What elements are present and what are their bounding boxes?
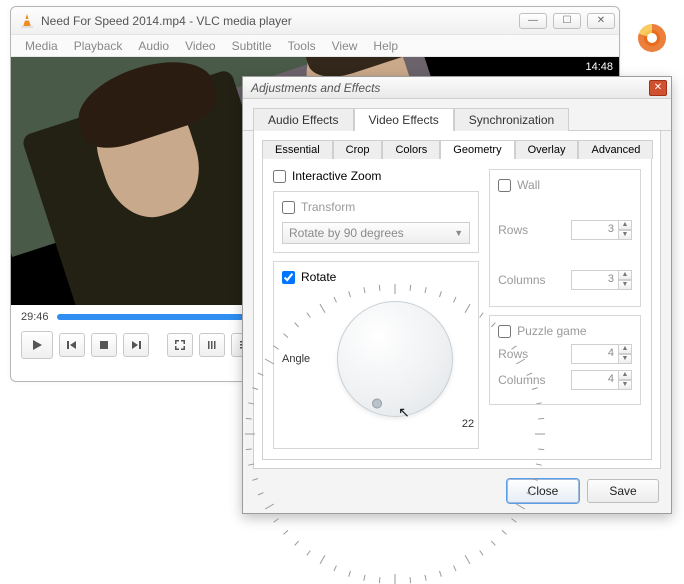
puzzle-rows-spinner[interactable]: 4▲▼ [571,344,632,364]
menu-audio[interactable]: Audio [132,37,175,55]
wall-group: Wall Rows 3▲▼ Columns 3▲▼ [489,169,641,307]
ext-settings-button[interactable] [199,333,225,357]
play-button[interactable] [21,331,53,359]
menu-view[interactable]: View [326,37,364,55]
dialog-buttons: Close Save [243,469,671,513]
subtab-colors[interactable]: Colors [382,140,440,159]
puzzle-cols-label: Columns [498,373,545,387]
close-button[interactable]: ✕ [587,13,615,29]
menu-playback[interactable]: Playback [68,37,129,55]
tab-audio-effects[interactable]: Audio Effects [253,108,354,131]
next-button[interactable] [123,333,149,357]
subtab-geometry[interactable]: Geometry [440,140,514,159]
wall-cols-field: Columns 3▲▼ [498,270,632,290]
wall-cols-value[interactable]: 3 [571,270,619,290]
wall-input[interactable] [498,179,511,192]
interactive-zoom-label: Interactive Zoom [292,169,381,183]
wall-rows-down[interactable]: ▼ [618,230,632,240]
puzzle-checkbox[interactable]: Puzzle game [498,324,632,338]
wall-rows-value[interactable]: 3 [571,220,619,240]
prev-button[interactable] [59,333,85,357]
puzzle-cols-spinner[interactable]: 4▲▼ [571,370,632,390]
interactive-zoom-input[interactable] [273,170,286,183]
menu-video[interactable]: Video [179,37,221,55]
titlebar: Need For Speed 2014.mp4 - VLC media play… [11,7,619,35]
transform-label: Transform [301,200,355,214]
close-dialog-button[interactable]: Close [507,479,579,503]
rotate-input[interactable] [282,271,295,284]
maximize-button[interactable]: ☐ [553,13,581,29]
geometry-page: Interactive Zoom Transform Rotate by 90 … [262,159,652,460]
elapsed-time: 29:46 [21,311,49,323]
transform-combo-value: Rotate by 90 degrees [289,226,404,240]
puzzle-group: Puzzle game Rows 4▲▼ Columns 4▲▼ [489,315,641,405]
puzzle-label: Puzzle game [517,324,586,338]
vlc-cone-icon [19,13,35,29]
dial-knob[interactable] [337,301,453,417]
dialog-close-button[interactable]: ✕ [649,80,667,96]
menu-media[interactable]: Media [19,37,64,55]
puzzle-cols-down[interactable]: ▼ [618,380,632,390]
puzzle-rows-down[interactable]: ▼ [618,354,632,364]
tab-synchronization[interactable]: Synchronization [454,108,569,131]
stop-button[interactable] [91,333,117,357]
app-badge-icon [638,24,666,52]
menu-tools[interactable]: Tools [282,37,322,55]
minimize-button[interactable]: — [519,13,547,29]
fullscreen-button[interactable] [167,333,193,357]
menu-help[interactable]: Help [367,37,404,55]
wall-cols-up[interactable]: ▲ [618,270,632,280]
menu-subtitle[interactable]: Subtitle [226,37,278,55]
sub-tabs: Essential Crop Colors Geometry Overlay A… [262,139,652,159]
dialog-title: Adjustments and Effects [251,81,649,95]
angle-value: 22 [462,418,474,430]
puzzle-input[interactable] [498,325,511,338]
dialog-titlebar: Adjustments and Effects ✕ [243,77,671,99]
wall-label: Wall [517,178,540,192]
subtab-essential[interactable]: Essential [262,140,333,159]
rotate-group: Rotate Angle ↖ 22 [273,261,479,449]
subtab-advanced[interactable]: Advanced [578,140,653,159]
interactive-zoom-checkbox[interactable]: Interactive Zoom [273,169,479,183]
wall-rows-label: Rows [498,223,528,237]
puzzle-cols-up[interactable]: ▲ [618,370,632,380]
subtab-crop[interactable]: Crop [333,140,383,159]
wall-cols-spinner[interactable]: 3▲▼ [571,270,632,290]
main-tabs: Audio Effects Video Effects Synchronizat… [243,99,671,131]
subtab-overlay[interactable]: Overlay [515,140,579,159]
transform-checkbox[interactable]: Transform [282,200,470,214]
wall-cols-label: Columns [498,273,545,287]
transform-combo[interactable]: Rotate by 90 degrees ▼ [282,222,470,244]
puzzle-rows-field: Rows 4▲▼ [498,344,632,364]
wall-cols-down[interactable]: ▼ [618,280,632,290]
angle-dial[interactable]: ↖ 22 [320,284,470,434]
save-dialog-button[interactable]: Save [587,479,659,503]
wall-checkbox[interactable]: Wall [498,178,632,192]
puzzle-rows-up[interactable]: ▲ [618,344,632,354]
window-title: Need For Speed 2014.mp4 - VLC media play… [41,14,519,28]
puzzle-cols-field: Columns 4▲▼ [498,370,632,390]
wall-rows-field: Rows 3▲▼ [498,220,632,240]
puzzle-cols-value[interactable]: 4 [571,370,619,390]
chevron-down-icon: ▼ [454,228,463,238]
transform-input[interactable] [282,201,295,214]
adjustments-dialog: Adjustments and Effects ✕ Audio Effects … [242,76,672,514]
rotate-label: Rotate [301,270,336,284]
wall-rows-up[interactable]: ▲ [618,220,632,230]
puzzle-rows-label: Rows [498,347,528,361]
angle-label: Angle [282,353,310,365]
rotate-checkbox[interactable]: Rotate [282,270,470,284]
wall-rows-spinner[interactable]: 3▲▼ [571,220,632,240]
menubar: Media Playback Audio Video Subtitle Tool… [11,35,619,57]
puzzle-rows-value[interactable]: 4 [571,344,619,364]
video-effects-page: Essential Crop Colors Geometry Overlay A… [253,131,661,469]
cursor-icon: ↖ [398,404,410,421]
transform-group: Transform Rotate by 90 degrees ▼ [273,191,479,253]
tab-video-effects[interactable]: Video Effects [354,108,454,131]
video-overlay-time: 14:48 [585,61,613,73]
